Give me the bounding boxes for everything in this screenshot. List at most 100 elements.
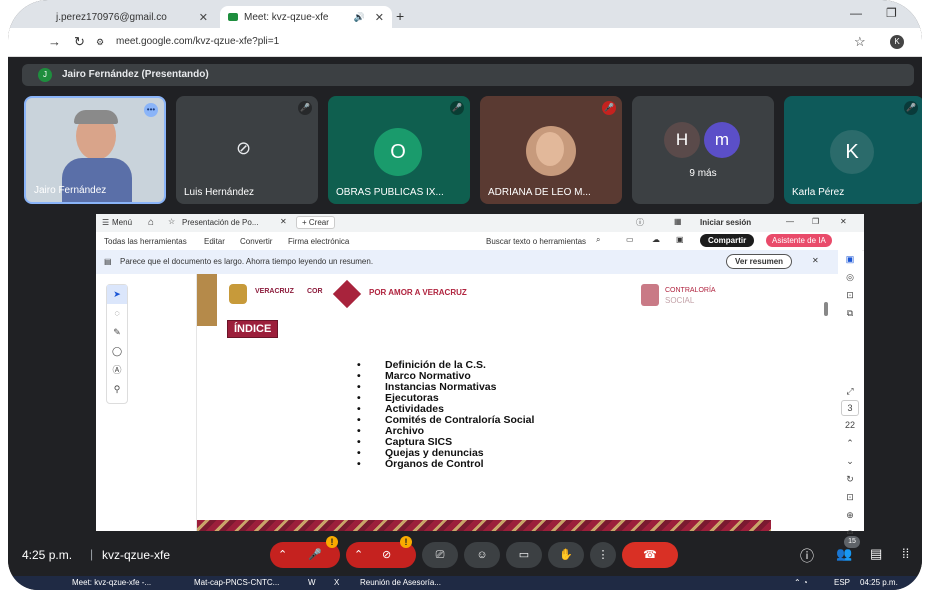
chevron-up-icon[interactable]: ⌃ [838, 434, 862, 452]
ai-assistant-button[interactable]: Asistente de IA [766, 234, 832, 247]
lasso-icon[interactable]: ◯ [107, 342, 127, 361]
minimize-icon[interactable]: — [786, 217, 794, 226]
chevron-down-icon[interactable]: ⌄ [838, 452, 862, 470]
close-icon[interactable]: ✕ [280, 217, 287, 226]
edit-menu[interactable]: Editar [204, 237, 225, 246]
captions-icon: ▭ [518, 549, 530, 561]
word-icon[interactable]: W [308, 578, 316, 587]
por-amor-logo-text: POR AMOR A VERACRUZ [369, 288, 467, 297]
participant-tile-more[interactable]: H m 9 más [632, 96, 774, 204]
url-field[interactable]: meet.google.com/kvz-qzue-xfe?pli=1 [116, 36, 279, 47]
chevron-up-icon[interactable]: ⌃ [278, 542, 287, 568]
zoom-in-icon[interactable]: ⊕ [838, 506, 862, 524]
participant-count-badge: 15 [844, 536, 860, 548]
comment-icon[interactable]: ◌ [107, 304, 127, 323]
present-icon: ⎚ [435, 549, 445, 561]
shared-screen-pdf: ☰ Menú ⌂ ☆ Presentación de Po... ✕ + Cre… [96, 214, 864, 538]
more-options-button[interactable]: ⋮ [590, 542, 616, 568]
mic-off-icon: 🎤 [298, 101, 312, 115]
tab-gmail[interactable]: j.perez170976@gmail.co ✕ [48, 6, 216, 28]
menu-icon[interactable]: ☰ [102, 218, 109, 227]
save-icon[interactable]: ▣ [676, 235, 684, 244]
print-icon[interactable]: ▭ [626, 235, 634, 244]
view-summary-button[interactable]: Ver resumen [726, 254, 793, 269]
meeting-time: 4:25 p.m. [22, 548, 73, 562]
select-cursor-icon[interactable]: ➤ [107, 285, 127, 304]
taskbar-item-meeting[interactable]: Reunión de Asesoría... [360, 578, 441, 587]
captions-button[interactable]: ▭ [506, 542, 542, 568]
text-box-icon[interactable]: Ⓐ [107, 361, 127, 380]
presenter-label: Jairo Fernández (Presentando) [62, 69, 209, 80]
emoji-icon: ☺ [476, 549, 488, 561]
share-button[interactable]: Compartir [700, 234, 755, 247]
sign-in-link[interactable]: Iniciar sesión [700, 218, 751, 227]
convert-menu[interactable]: Convertir [240, 237, 272, 246]
close-icon[interactable]: ✕ [199, 11, 208, 24]
hand-icon: ✋ [559, 549, 573, 561]
index-list: • Definición de la C.S. • Marco Normativo … [357, 360, 534, 470]
expand-icon[interactable]: ⤢ [838, 382, 862, 400]
participant-photo [526, 126, 576, 176]
all-tools-menu[interactable]: Todas las herramientas [104, 237, 187, 246]
slide-accent-bar [197, 274, 217, 326]
pen-icon[interactable]: ✎ [107, 323, 127, 342]
present-screen-button[interactable]: ⎚ [422, 542, 458, 568]
minimize-icon[interactable]: — [850, 6, 862, 20]
profile-avatar[interactable]: K [890, 35, 904, 49]
page-scrollbar[interactable] [824, 302, 828, 316]
raise-hand-button[interactable]: ✋ [548, 542, 584, 568]
reactions-button[interactable]: ☺ [464, 542, 500, 568]
close-icon[interactable]: ✕ [840, 217, 847, 226]
taskbar-item-meet[interactable]: Meet: kvz-qzue-xfe -... [72, 578, 151, 587]
search-tools-field[interactable]: Buscar texto o herramientas [486, 237, 586, 246]
pdf-tab-title[interactable]: Presentación de Po... [182, 218, 259, 227]
close-icon[interactable]: ✕ [375, 11, 384, 24]
more-participants-label: 9 más [689, 168, 717, 179]
people-icon[interactable]: 👥 [836, 546, 852, 562]
new-tab-button[interactable]: + [396, 8, 404, 24]
search-icon[interactable]: ⌕ [596, 235, 600, 245]
reload-icon[interactable]: ↻ [74, 34, 85, 50]
rotate-icon[interactable]: ↻ [838, 470, 862, 488]
menu-label[interactable]: Menú [112, 218, 132, 227]
mic-off-icon: 🎤 [308, 549, 322, 561]
copy-icon[interactable]: ⧉ [838, 304, 862, 322]
fit-page-icon[interactable]: ⊡ [838, 488, 862, 506]
restore-icon[interactable]: ❐ [812, 217, 819, 226]
bookmark-star-icon[interactable]: ☆ [854, 34, 866, 50]
participant-tile-jairo[interactable]: ••• Jairo Fernández [24, 96, 166, 204]
chat-icon[interactable]: ▤ [870, 546, 882, 562]
esign-menu[interactable]: Firma electrónica [288, 237, 349, 246]
info-icon[interactable]: ⓘ [800, 546, 814, 566]
participant-tile-karla[interactable]: 🎤 K Karla Pérez [784, 96, 922, 204]
page-number-field[interactable]: 3 [841, 400, 859, 416]
forward-icon[interactable]: → [48, 34, 61, 49]
excel-icon[interactable]: X [334, 578, 339, 587]
taskbar-item-pdf[interactable]: Mat-cap-PNCS-CNTC... [194, 578, 279, 587]
tab-meet[interactable]: Meet: kvz-qzue-xfe 🔊 ✕ [220, 6, 392, 28]
presenter-bar: J Jairo Fernández (Presentando) [22, 64, 914, 86]
veracruz-logo-text: VERACRUZ [255, 288, 294, 295]
participant-tile-luis[interactable]: 🎤 ⊘ Luis Hernández [176, 96, 318, 204]
ai-panel-icon[interactable]: ▣ [838, 250, 862, 268]
comments-icon[interactable]: ◎ [838, 268, 862, 286]
stamp-icon[interactable]: ⚲ [107, 380, 127, 399]
star-icon[interactable]: ☆ [168, 217, 175, 226]
speaker-icon: 🔊 [353, 11, 365, 22]
close-icon[interactable]: ✕ [812, 256, 819, 265]
social-logo-text: SOCIAL [665, 296, 695, 305]
chevron-up-icon[interactable]: ⌃ [354, 542, 363, 568]
participant-tile-obras[interactable]: 🎤 O OBRAS PUBLICAS IX... [328, 96, 470, 204]
site-info-icon[interactable]: ⚙ [96, 37, 104, 48]
language-indicator[interactable]: ESP [834, 578, 850, 587]
bookmark-icon[interactable]: ⊡ [838, 286, 862, 304]
participant-tile-adriana[interactable]: 🎤 ADRIANA DE LEO M... [480, 96, 622, 204]
create-tab-button[interactable]: + Crear [296, 216, 335, 229]
activities-icon[interactable]: ⁞⁞ [902, 546, 909, 561]
home-icon[interactable]: ⌂ [148, 217, 154, 228]
restore-icon[interactable]: ❐ [886, 6, 897, 20]
cloud-icon[interactable]: ☁ [652, 235, 660, 244]
leave-call-button[interactable]: ☎ [622, 542, 678, 568]
help-icon[interactable]: ⓘ [636, 217, 644, 228]
apps-icon[interactable]: ▦ [674, 217, 682, 226]
